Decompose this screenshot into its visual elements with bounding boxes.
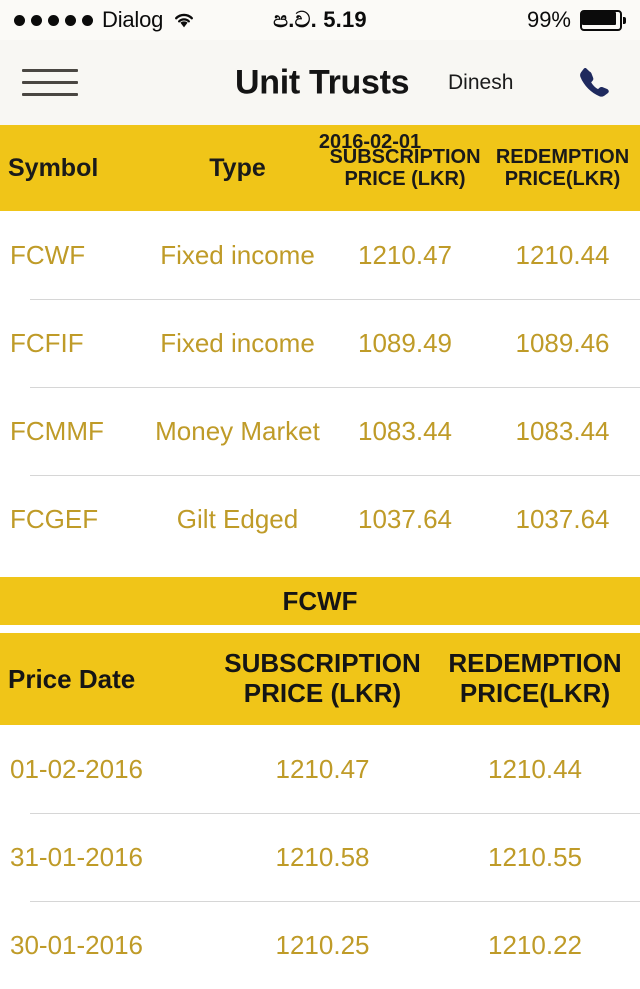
table-row[interactable]: FCMMF Money Market 1083.44 1083.44 [0,387,640,475]
column-header-redemption-line1: REDEMPTION [495,145,630,168]
detail-subscription-price: 1210.25 [275,929,370,960]
fund-type: Fixed income [160,327,315,358]
phone-call-icon[interactable] [572,60,618,106]
detail-redemption-price: 1210.44 [488,753,582,784]
detail-subscription-price: 1210.47 [275,753,370,784]
status-bar: Dialog ප.ව. 5.19 99% [0,0,640,40]
detail-table-body: 01-02-2016 1210.47 1210.44 31-01-2016 12… [0,725,640,989]
fund-symbol: FCWF [10,239,86,270]
column-header-detail-subscription[interactable]: SUBSCRIPTION PRICE (LKR) [215,649,430,708]
column-header-subscription-line1: SUBSCRIPTION [329,145,481,168]
detail-subscription-price: 1210.58 [275,841,370,872]
detail-redemption-price: 1210.55 [488,841,582,872]
column-header-detail-redemption-line2: PRICE(LKR) [459,678,611,708]
table-row[interactable]: 31-01-2016 1210.58 1210.55 [0,813,640,901]
app-screen: Dialog ප.ව. 5.19 99% Unit Trusts Dinesh [0,0,640,960]
user-name-label[interactable]: Dinesh [448,71,513,95]
clock-time: ප.ව. 5.19 [273,7,367,32]
battery-percentage: 99% [526,7,571,32]
fund-type: Money Market [155,415,320,446]
band-gap [0,625,640,633]
detail-table-header: Price Date SUBSCRIPTION PRICE (LKR) REDE… [0,633,640,725]
price-date: 30-01-2016 [10,929,143,960]
nav-bar: Unit Trusts Dinesh [0,40,640,125]
column-header-price-date[interactable]: Price Date [0,664,215,695]
fund-type: Fixed income [160,239,315,270]
table-row[interactable]: FCWF Fixed income 1210.47 1210.44 [0,211,640,299]
selected-fund-band: FCWF [0,577,640,625]
hamburger-menu-icon[interactable] [22,63,78,103]
fund-subscription-price: 1210.47 [358,239,452,270]
column-header-detail-redemption[interactable]: REDEMPTION PRICE(LKR) [430,649,640,708]
table-row[interactable]: FCGEF Gilt Edged 1037.64 1037.64 [0,475,640,563]
fund-subscription-price: 1083.44 [358,415,452,446]
table-row[interactable]: 01-02-2016 1210.47 1210.44 [0,725,640,813]
funds-table-header: 2016-02-01 Symbol Type SUBSCRIPTION PRIC… [0,125,640,211]
fund-redemption-price: 1210.44 [515,239,610,270]
fund-subscription-price: 1037.64 [358,503,452,534]
fund-symbol: FCGEF [10,503,99,534]
column-header-detail-subscription-line2: PRICE (LKR) [243,678,402,708]
fund-subscription-price: 1089.49 [358,327,452,358]
column-header-redemption-line2: PRICE(LKR) [504,168,621,190]
signal-strength-dots [14,14,93,26]
status-bar-left: Dialog [14,7,196,33]
price-date: 01-02-2016 [10,753,143,784]
fund-redemption-price: 1037.64 [515,503,610,534]
column-header-subscription-line2: PRICE (LKR) [344,168,466,190]
detail-redemption-price: 1210.22 [488,929,582,960]
status-bar-right: 99% [527,7,626,33]
fund-type: Gilt Edged [176,503,299,534]
column-header-subscription-price[interactable]: SUBSCRIPTION PRICE (LKR) [325,146,485,191]
column-header-type[interactable]: Type [150,154,325,183]
column-header-detail-redemption-line1: REDEMPTION [448,648,622,679]
fund-redemption-price: 1089.46 [515,327,610,358]
carrier-name: Dialog [102,7,164,32]
column-header-redemption-price[interactable]: REDEMPTION PRICE(LKR) [485,146,640,191]
price-date: 31-01-2016 [10,841,143,872]
column-header-symbol[interactable]: Symbol [0,154,150,183]
fund-symbol: FCFIF [10,327,84,358]
table-row[interactable]: FCFIF Fixed income 1089.49 1089.46 [0,299,640,387]
fund-symbol: FCMMF [10,415,104,446]
fund-redemption-price: 1083.44 [515,415,610,446]
page-title: Unit Trusts [235,63,410,101]
section-spacer [0,563,640,577]
wifi-icon [172,11,196,29]
selected-fund-label: FCWF [282,585,358,616]
column-header-detail-subscription-line1: SUBSCRIPTION [224,648,421,679]
table-row[interactable]: 30-01-2016 1210.25 1210.22 [0,901,640,989]
funds-table-body: FCWF Fixed income 1210.47 1210.44 FCFIF … [0,211,640,563]
battery-icon [580,9,626,31]
